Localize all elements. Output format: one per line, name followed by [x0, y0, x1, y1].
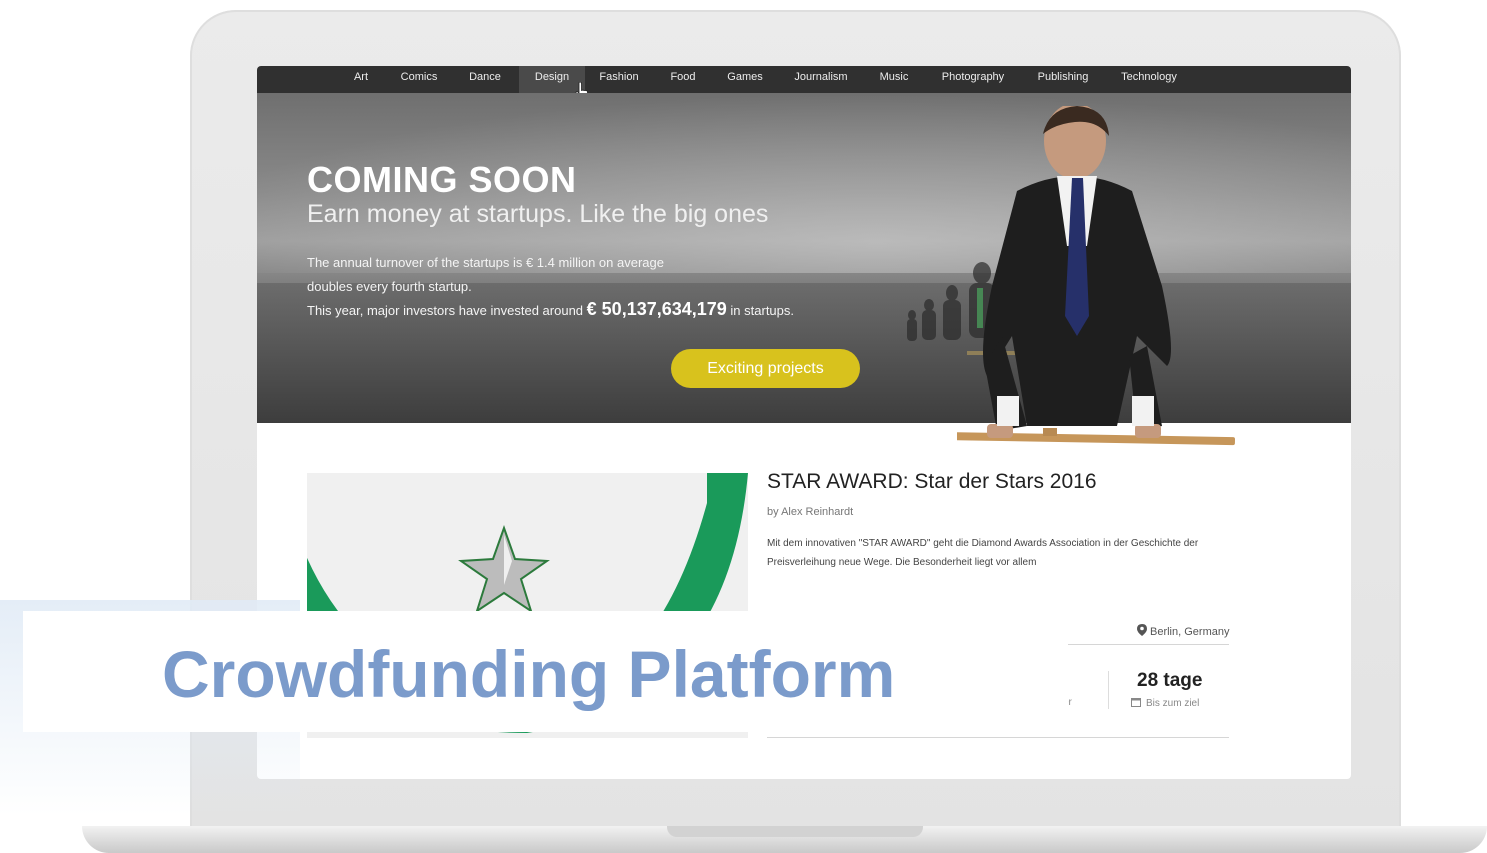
location-text: Berlin, Germany	[1150, 626, 1230, 638]
star-trophy-icon	[458, 525, 550, 614]
project-description: Mit dem innovativen "STAR AWARD" geht di…	[767, 538, 1199, 568]
businessman-image	[957, 106, 1236, 446]
hero-subtitle: Earn money at startups. Like the big one…	[307, 200, 769, 228]
stats-divider-bottom	[767, 737, 1229, 738]
project-location: Berlin, Germany	[1137, 624, 1229, 638]
nav-item-games[interactable]: Games	[720, 66, 770, 93]
exciting-projects-button[interactable]: Exciting projects	[671, 349, 860, 388]
nav-item-comics[interactable]: Comics	[392, 66, 446, 93]
days-remaining-value: 28 tage	[1137, 670, 1203, 691]
project-author[interactable]: by Alex Reinhardt	[767, 506, 853, 518]
nav-item-art[interactable]: Art	[343, 66, 379, 93]
nav-item-technology[interactable]: Technology	[1114, 66, 1184, 93]
hero-text-line-2: doubles every fourth startup.	[307, 279, 472, 294]
category-nav: Art Comics Dance Design Fashion Food Gam…	[257, 66, 1351, 93]
calendar-icon	[1131, 698, 1141, 707]
marketing-mockup: Art Comics Dance Design Fashion Food Gam…	[0, 0, 1487, 853]
nav-item-fashion[interactable]: Fashion	[593, 66, 645, 93]
days-remaining-label: Bis zum ziel	[1131, 697, 1199, 709]
invest-text-pre: This year, major investors have invested…	[307, 303, 584, 318]
days-label-text: Bis zum ziel	[1146, 698, 1200, 709]
overlay-title: Crowdfunding Platform	[162, 637, 896, 711]
nav-item-publishing[interactable]: Publishing	[1030, 66, 1096, 93]
hero-text-line-1: The annual turnover of the startups is €…	[307, 255, 664, 270]
hero-title: COMING SOON	[307, 159, 577, 200]
laptop-notch	[667, 826, 923, 837]
nav-item-photography[interactable]: Photography	[934, 66, 1012, 93]
hero-text-line-3: This year, major investors have invested…	[307, 299, 794, 320]
nav-item-food[interactable]: Food	[662, 66, 704, 93]
nav-item-music[interactable]: Music	[872, 66, 916, 93]
nav-item-dance[interactable]: Dance	[460, 66, 510, 93]
nav-item-journalism[interactable]: Journalism	[787, 66, 855, 93]
invest-text-post: in startups.	[730, 303, 795, 318]
stats-separator	[1108, 671, 1109, 709]
project-title[interactable]: STAR AWARD: Star der Stars 2016	[767, 470, 1097, 494]
location-pin-icon	[1137, 624, 1147, 636]
invest-amount: € 50,137,634,179	[586, 299, 727, 319]
